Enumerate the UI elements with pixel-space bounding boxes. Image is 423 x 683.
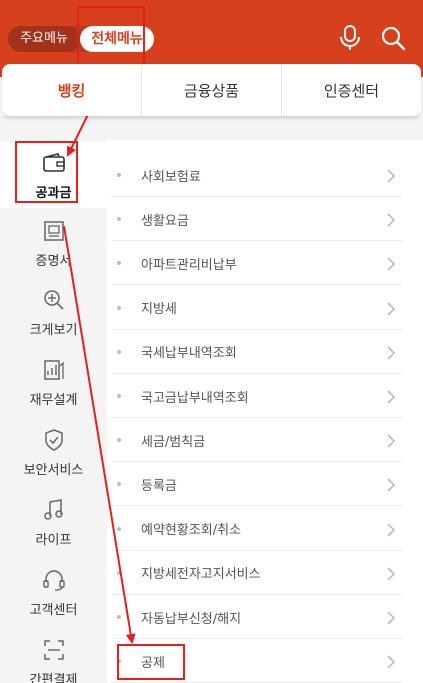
menu-item[interactable]: 등록금 <box>111 463 403 507</box>
menu-item-label: 사회보험료 <box>141 169 201 185</box>
menu-item[interactable]: 공제 <box>111 640 403 683</box>
chevron-right-icon <box>385 301 397 317</box>
chevron-right-icon <box>385 433 397 449</box>
sidebar-item-zoom[interactable]: 크게보기 <box>0 279 107 345</box>
tab-financial-products[interactable]: 금융상품 <box>141 64 281 116</box>
bullet-dot <box>117 173 121 177</box>
menu-item-label: 아파트관리비납부 <box>141 257 237 273</box>
scan-icon <box>41 637 67 663</box>
submenu-list: 사회보험료생활요금아파트관리비납부지방세국세납부내역조회국고금납부내역조회세금/… <box>107 140 423 683</box>
wallet-icon <box>41 150 67 176</box>
bullet-dot <box>117 438 121 443</box>
menu-item[interactable]: 국세납부내역조회 <box>111 331 403 374</box>
sidebar: 공과금 증명서 크게보기 재무설계 보안서비스 라이프 고객센터 간편결제 <box>0 140 107 683</box>
menu-item[interactable]: 자동납부신청/해지 <box>111 596 403 639</box>
sidebar-item-label: 라이프 <box>35 533 72 548</box>
chevron-right-icon <box>385 212 397 228</box>
headset-icon <box>41 567 67 593</box>
chevron-right-icon <box>385 654 397 670</box>
menu-item-label: 지방세전자고지서비스 <box>141 567 261 583</box>
zoom-in-icon <box>41 287 67 313</box>
menu-item-label: 등록금 <box>141 478 177 494</box>
sidebar-item-label: 고객센터 <box>29 603 78 618</box>
bullet-dot <box>117 615 121 619</box>
bullet-dot <box>117 394 121 398</box>
bullet-dot <box>117 305 121 310</box>
menu-item[interactable]: 생활요금 <box>111 198 403 242</box>
tab-banking[interactable]: 뱅킹 <box>2 64 141 116</box>
menu-item[interactable]: 아파트관리비납부 <box>111 242 403 286</box>
menu-item-label: 공제 <box>141 655 165 671</box>
chevron-right-icon <box>385 610 397 626</box>
sidebar-item-easy-pay[interactable]: 간편결제 <box>0 629 107 683</box>
mic-icon[interactable] <box>333 20 367 56</box>
chevron-right-icon <box>385 345 397 361</box>
bullet-dot <box>117 526 121 531</box>
menu-item-label: 국고금납부내역조회 <box>141 390 249 406</box>
chevron-right-icon <box>385 522 397 538</box>
bullet-dot <box>117 261 121 266</box>
sidebar-item-label: 증명서 <box>35 254 72 269</box>
menu-item-label: 국세납부내역조회 <box>141 346 237 362</box>
menu-item[interactable]: 지방세 <box>111 287 403 330</box>
certificate-icon <box>41 218 67 244</box>
menu-item[interactable]: 지방세전자고지서비스 <box>111 552 403 595</box>
finance-plan-icon <box>41 357 67 383</box>
chevron-right-icon <box>385 168 397 184</box>
sidebar-item-security[interactable]: 보안서비스 <box>0 419 107 485</box>
sidebar-item-label: 간편결제 <box>29 673 78 683</box>
category-tabs: 뱅킹 금융상품 인증센터 <box>2 64 421 116</box>
sidebar-item-label: 공과금 <box>35 186 72 201</box>
chevron-right-icon <box>385 477 397 493</box>
sidebar-item-customer-center[interactable]: 고객센터 <box>0 559 107 625</box>
sidebar-item-label: 재무설계 <box>29 393 78 408</box>
menu-item[interactable]: 예약현황조회/취소 <box>111 508 403 551</box>
chevron-right-icon <box>385 256 397 272</box>
bullet-dot <box>117 349 121 354</box>
all-menu-button[interactable]: 전체메뉴 <box>80 26 154 52</box>
sidebar-item-life[interactable]: 라이프 <box>0 489 107 555</box>
main-menu-button[interactable]: 주요메뉴 <box>8 26 80 52</box>
tab-certification-center[interactable]: 인증센터 <box>281 64 421 116</box>
menu-item-label: 자동납부신청/해지 <box>141 611 242 627</box>
music-note-icon <box>41 497 67 523</box>
search-icon[interactable] <box>376 20 410 56</box>
chevron-right-icon <box>385 566 397 582</box>
sidebar-item-financial-plan[interactable]: 재무설계 <box>0 349 107 415</box>
bullet-dot <box>117 217 121 222</box>
menu-item[interactable]: 사회보험료 <box>111 154 403 197</box>
menu-item[interactable]: 국고금납부내역조회 <box>111 375 403 418</box>
sidebar-item-certificate[interactable]: 증명서 <box>0 210 107 276</box>
menu-item-label: 예약현황조회/취소 <box>141 523 242 539</box>
shield-check-icon <box>41 427 67 453</box>
bullet-dot <box>117 659 121 664</box>
sidebar-item-label: 보안서비스 <box>23 463 84 478</box>
menu-item-label: 지방세 <box>141 302 177 318</box>
bullet-dot <box>117 482 121 487</box>
menu-item-label: 세금/범칙금 <box>141 434 206 450</box>
chevron-right-icon <box>385 389 397 405</box>
menu-item-label: 생활요금 <box>141 213 189 229</box>
bullet-dot <box>117 570 121 575</box>
sidebar-item-label: 크게보기 <box>29 323 78 338</box>
sidebar-item-utilities[interactable]: 공과금 <box>0 142 107 208</box>
divider-strip <box>0 116 423 140</box>
menu-item[interactable]: 세금/범칙금 <box>111 419 403 463</box>
